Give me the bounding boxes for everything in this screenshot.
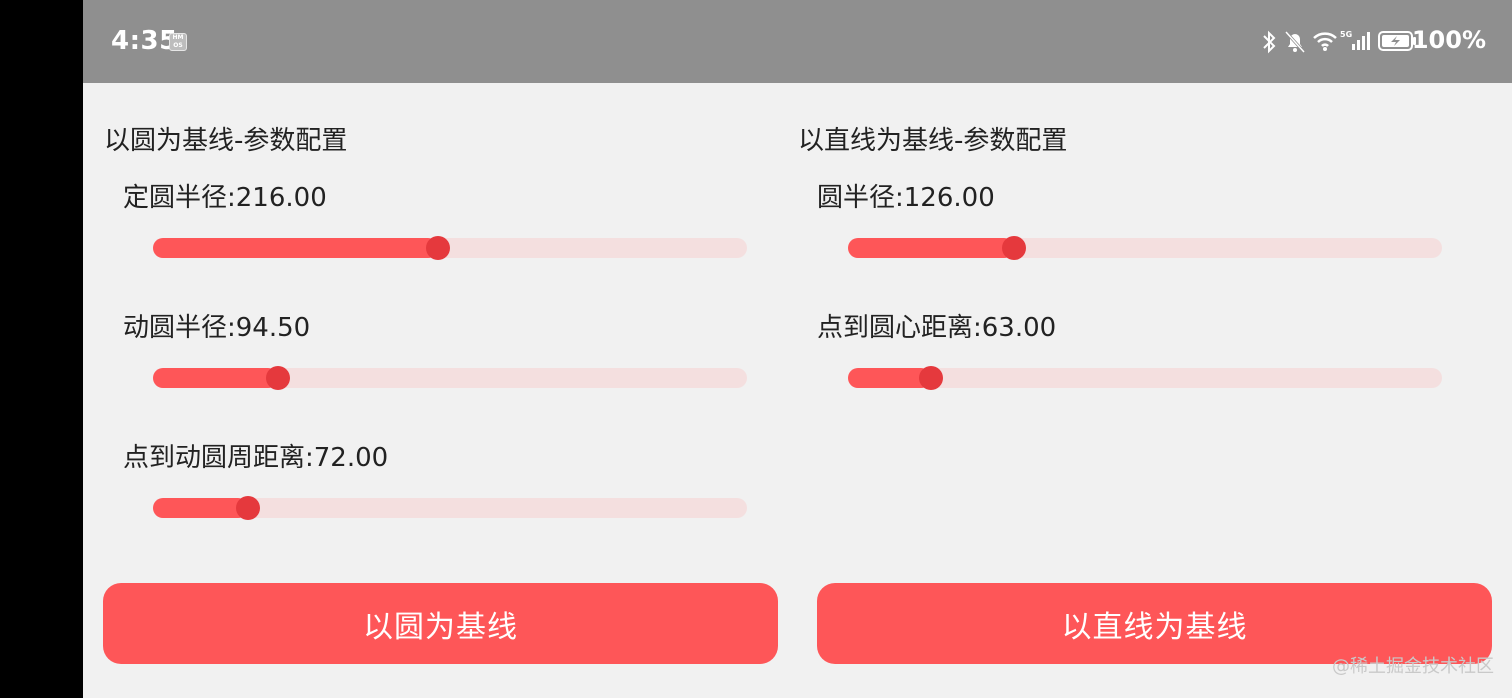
point-to-moving-circle-distance-slider[interactable] xyxy=(153,496,747,520)
status-time: 4:35 xyxy=(111,26,178,56)
system-icons: 5G 100% xyxy=(1252,26,1512,58)
wifi-icon xyxy=(1313,32,1337,51)
point-to-moving-circle-distance-label: 点到动圆周距离:72.00 xyxy=(123,443,389,473)
point-to-center-distance-label: 点到圆心距离:63.00 xyxy=(817,313,1057,343)
svg-text:5G: 5G xyxy=(1340,30,1352,39)
hmos-badge-icon: HM OS xyxy=(169,33,187,51)
moving-circle-radius-slider[interactable] xyxy=(153,366,747,390)
status-bar: 4:35 HM OS 5G 100% xyxy=(83,0,1512,83)
slider-thumb[interactable] xyxy=(426,236,451,260)
fixed-circle-radius-label: 定圆半径:216.00 xyxy=(123,183,327,213)
circle-radius-slider[interactable] xyxy=(848,236,1442,260)
slider-fill xyxy=(848,238,1015,258)
slider-thumb[interactable] xyxy=(1002,236,1027,260)
fixed-circle-radius-slider[interactable] xyxy=(153,236,747,260)
app-screen: 4:35 HM OS 5G 100% 以圆为基线-参数配置 定圆半径:216.0… xyxy=(83,0,1512,698)
signal-5g-icon: 5G xyxy=(1340,30,1370,50)
slider-fill xyxy=(153,238,439,258)
device-bezel xyxy=(0,0,83,698)
slider-thumb[interactable] xyxy=(919,366,944,390)
circle-baseline-button[interactable]: 以圆为基线 xyxy=(103,583,778,664)
slider-thumb[interactable] xyxy=(236,496,261,520)
slider-thumb[interactable] xyxy=(265,366,290,390)
point-to-center-distance-slider[interactable] xyxy=(848,366,1442,390)
battery-percentage: 100% xyxy=(1411,26,1486,54)
line-config-title: 以直线为基线-参数配置 xyxy=(798,126,1068,156)
slider-fill xyxy=(153,498,249,518)
slider-fill xyxy=(153,368,278,388)
circle-radius-label: 圆半径:126.00 xyxy=(817,183,995,213)
moving-circle-radius-label: 动圆半径:94.50 xyxy=(123,313,311,343)
bluetooth-icon xyxy=(1263,30,1276,54)
watermark: @稀土掘金技术社区 xyxy=(1332,656,1494,677)
bell-muted-icon xyxy=(1284,30,1306,54)
circle-config-title: 以圆为基线-参数配置 xyxy=(104,126,348,156)
